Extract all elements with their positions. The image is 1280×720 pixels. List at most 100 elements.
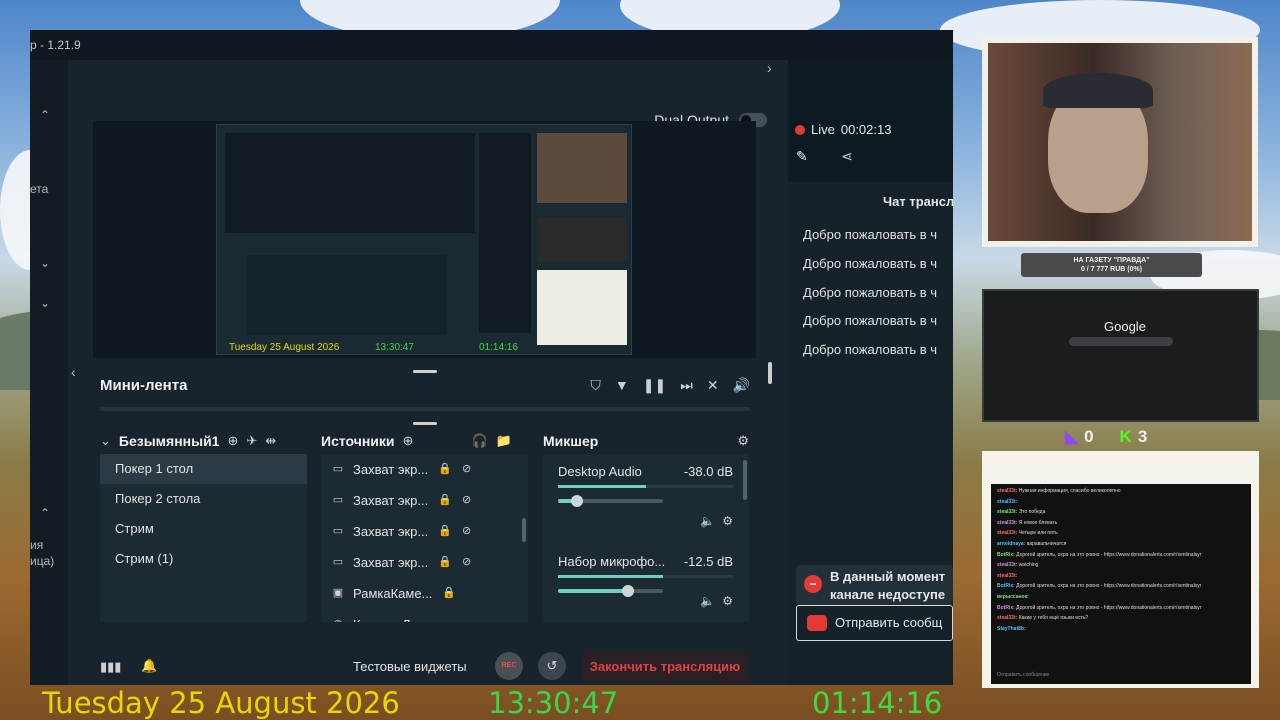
lock-icon[interactable]: 🔒 <box>438 547 452 578</box>
kick-count: 3 <box>1137 427 1148 446</box>
chat-overlay-user: steal33t: <box>997 509 1019 516</box>
twitch-counter: ◣ 0 <box>1065 427 1094 447</box>
volume-slider[interactable] <box>558 495 663 507</box>
skip-icon[interactable]: ⏭ <box>680 377 693 394</box>
chat-overlay-line: StayThat8b: <box>997 626 1026 632</box>
left-nav-label: ия <box>30 538 44 552</box>
chat-overlay-user: steal33t: <box>997 519 1019 526</box>
studio-mode-icon[interactable]: ⇹ <box>265 433 276 449</box>
scene-collection-name[interactable]: Безымянный1 <box>119 433 220 449</box>
share-icon[interactable]: ⋖ <box>841 148 853 165</box>
add-source-icon[interactable]: ⊕ <box>403 433 414 449</box>
visibility-off-icon[interactable]: ⊘ <box>462 516 471 547</box>
app-window: p - 1.21.9 ⌃ ета ⌄ ⌄ ⌃ ия ица) Dual Outp… <box>30 30 953 685</box>
audio-meter <box>558 575 733 578</box>
chat-overlay-line: steal33t: Какие у тебя ещё языки есть? <box>997 615 1088 621</box>
left-nav-label: ица) <box>30 554 55 568</box>
chat-overlay-line: arnoldnaya: варавальчичатся <box>997 541 1066 547</box>
monitor-icon: ▭ <box>332 556 344 568</box>
visibility-off-icon[interactable]: ⊘ <box>462 547 471 578</box>
left-nav-label: ета <box>30 182 49 196</box>
chevron-up-icon[interactable]: ⌃ <box>40 506 50 520</box>
channel-settings-icon[interactable]: ⚙ <box>722 594 733 608</box>
chat-overlay-line: steal33t: Нужная информация, спасибо вел… <box>997 488 1121 494</box>
stream-preview[interactable]: Tuesday 25 August 2026 13:30:47 01:14:16 <box>93 121 756 358</box>
chat-overlay-user: steal33t: <box>997 615 1019 622</box>
scene-item[interactable]: Стрим (1) <box>100 544 307 574</box>
filter-icon[interactable]: ▼ <box>615 377 629 394</box>
bell-icon[interactable]: 🔔 <box>141 658 157 674</box>
chat-overlay-widget: Отправить сообщение steal33t: Нужная инф… <box>982 451 1259 688</box>
chat-overlay-user: steal33t: <box>997 530 1019 537</box>
channel-settings-icon[interactable]: ⚙ <box>722 514 733 528</box>
chat-overlay-text: Дорогой зритель, охра на это ровно - htt… <box>1016 604 1202 611</box>
mixer-channel: Desktop Audio -38.0 dB 🔈 ⚙ <box>558 464 733 528</box>
stats-icon[interactable]: ▮▮▮ <box>100 659 121 675</box>
lock-icon[interactable]: 🔒 <box>438 485 452 516</box>
chat-overlay-line: steal33t: <box>997 499 1017 505</box>
speaker-icon[interactable]: 🔈 <box>700 594 715 608</box>
chevron-left-icon[interactable]: ‹ <box>71 364 76 380</box>
stream-side-panel: Live 00:02:13 ✎ ⋖ Чат трансл Добро пожал… <box>788 60 953 685</box>
chat-overlay-body: Отправить сообщение steal33t: Нужная инф… <box>991 484 1251 684</box>
chat-overlay-user: steal33t: <box>997 562 1019 569</box>
visibility-off-icon[interactable]: ⊘ <box>462 485 471 516</box>
add-scene-icon[interactable]: ⊕ <box>227 433 238 449</box>
pause-icon[interactable]: ❚❚ <box>643 377 666 394</box>
scenes-dock: ⌄ Безымянный1 ⊕ ✈ ⇹ Покер 1 стол Покер 2… <box>100 424 307 622</box>
scene-item[interactable]: Стрим <box>100 514 307 544</box>
audio-source-icon[interactable]: 🎧 <box>471 433 487 449</box>
chat-overlay-line: BotRix: Дорогой зритель, охра на это ров… <box>997 583 1201 589</box>
chat-overlay-line: steal33t: Это победа <box>997 509 1045 515</box>
chevron-up-icon[interactable]: ⌃ <box>40 108 50 122</box>
scrollbar-thumb[interactable] <box>768 362 772 384</box>
chat-overlay-text: Нужная информация, спасибо великолепно <box>1018 488 1121 494</box>
record-button[interactable]: REC <box>495 652 523 680</box>
audio-meter-fill <box>558 575 663 578</box>
chevron-down-icon[interactable]: ⌄ <box>100 433 111 449</box>
source-item[interactable]: ▭ Захват экр... 🔒 ⊘ <box>321 454 528 485</box>
chat-overlay-line: BotRix: Дорогой зритель, охра на это ров… <box>997 552 1201 558</box>
replay-buffer-button[interactable]: ↺ <box>538 652 566 680</box>
lock-icon[interactable]: 🔒 <box>438 516 452 547</box>
source-item[interactable]: ◉ Камера Лог... <box>321 609 528 622</box>
scene-item[interactable]: Покер 2 стола <box>100 484 307 514</box>
live-dot-icon <box>795 124 805 135</box>
speaker-icon[interactable]: 🔈 <box>700 514 715 528</box>
transition-icon[interactable]: ✈ <box>246 433 257 449</box>
gear-icon[interactable]: ⚙ <box>737 433 749 449</box>
mixer-scrollbar[interactable] <box>743 460 747 500</box>
source-item[interactable]: ▭ Захват экр... 🔒 ⊘ <box>321 516 528 547</box>
add-folder-icon[interactable]: 📁 <box>496 433 512 449</box>
chat-overlay-line: BotRix: Дорогой зритель, охра на это ров… <box>997 605 1201 611</box>
chat-message: Добро пожаловать в ч <box>803 313 938 328</box>
channel-name: Desktop Audio <box>558 464 642 479</box>
chat-message: Добро пожаловать в ч <box>803 342 938 357</box>
scene-item[interactable]: Покер 1 стол <box>100 454 307 484</box>
source-item[interactable]: ▭ Захват экр... 🔒 ⊘ <box>321 485 528 516</box>
shield-icon[interactable]: ⛉ <box>590 377 601 394</box>
volume-icon[interactable]: 🔊 <box>733 377 750 394</box>
test-widgets-button[interactable]: Тестовые виджеты <box>353 659 467 674</box>
volume-knob[interactable] <box>622 585 635 597</box>
source-item[interactable]: ▣ РамкаКаме... 🔒 <box>321 578 528 609</box>
source-item[interactable]: ▭ Захват экр... 🔒 ⊘ <box>321 547 528 578</box>
chevron-down-icon[interactable]: ⌄ <box>40 296 50 310</box>
volume-slider[interactable] <box>558 585 663 597</box>
lock-icon[interactable]: 🔒 <box>442 578 456 609</box>
volume-knob[interactable] <box>570 495 583 507</box>
lock-icon[interactable]: 🔒 <box>438 454 452 485</box>
source-name: Камера Лог... <box>353 609 432 622</box>
sources-scrollbar[interactable] <box>522 518 526 542</box>
mute-notifications-icon[interactable]: ✕ <box>707 377 719 394</box>
visibility-off-icon[interactable]: ⊘ <box>462 454 471 485</box>
chevron-down-icon[interactable]: ⌄ <box>40 256 50 270</box>
send-message-button[interactable]: Отправить сообщ <box>796 605 953 641</box>
edit-icon[interactable]: ✎ <box>796 148 808 165</box>
nested-preview-capture: Tuesday 25 August 2026 13:30:47 01:14:16 <box>216 124 632 355</box>
chat-message: Добро пожаловать в ч <box>803 227 938 242</box>
mini-feed-scroll[interactable] <box>100 407 750 411</box>
chevron-right-icon[interactable]: › <box>767 60 772 76</box>
channel-db: -12.5 dB <box>683 554 733 569</box>
end-stream-button[interactable]: Закончить трансляцию <box>582 652 748 682</box>
